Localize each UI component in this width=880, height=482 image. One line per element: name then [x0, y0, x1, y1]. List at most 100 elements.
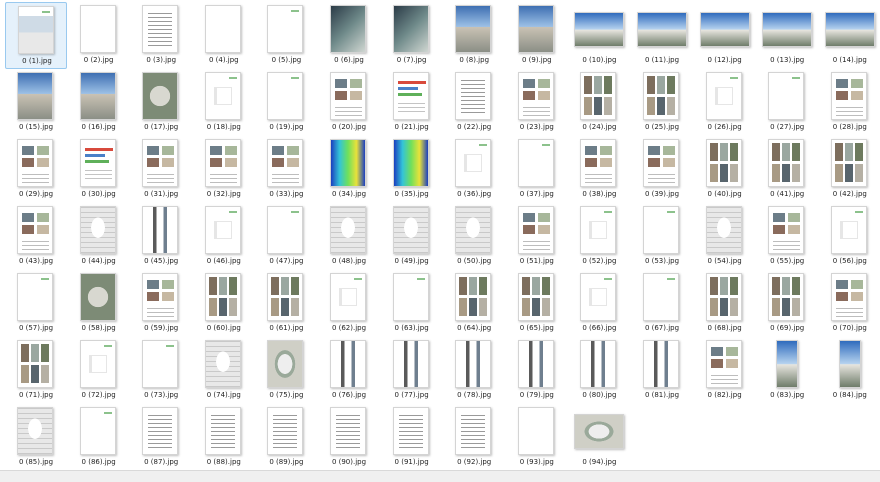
file-item[interactable]: 0 (41).jpg	[756, 136, 818, 203]
file-item[interactable]: 0 (70).jpg	[819, 270, 880, 337]
file-item[interactable]: 0 (65).jpg	[506, 270, 568, 337]
file-item[interactable]: 0 (46).jpg	[193, 203, 255, 270]
file-item[interactable]: 0 (44).jpg	[68, 203, 130, 270]
file-item[interactable]: 0 (58).jpg	[68, 270, 130, 337]
file-item[interactable]: 0 (53).jpg	[631, 203, 693, 270]
file-item[interactable]: 0 (19).jpg	[255, 69, 317, 136]
file-item[interactable]: 0 (49).jpg	[381, 203, 443, 270]
file-item[interactable]: 0 (82).jpg	[694, 337, 756, 404]
file-item[interactable]: 0 (28).jpg	[819, 69, 880, 136]
file-item[interactable]: 0 (29).jpg	[5, 136, 67, 203]
file-item[interactable]: 0 (20).jpg	[318, 69, 380, 136]
file-item[interactable]: 0 (5).jpg	[255, 2, 317, 69]
file-item[interactable]: 0 (24).jpg	[568, 69, 630, 136]
file-item[interactable]: 0 (64).jpg	[443, 270, 505, 337]
file-thumbnail	[517, 407, 554, 455]
file-item[interactable]: 0 (32).jpg	[193, 136, 255, 203]
file-item[interactable]: 0 (43).jpg	[5, 203, 67, 270]
file-item[interactable]: 0 (23).jpg	[506, 69, 568, 136]
file-item[interactable]: 0 (69).jpg	[756, 270, 818, 337]
file-item[interactable]: 0 (55).jpg	[756, 203, 818, 270]
file-item[interactable]: 0 (40).jpg	[694, 136, 756, 203]
file-item[interactable]: 0 (45).jpg	[130, 203, 192, 270]
file-thumbnail	[267, 407, 304, 455]
file-item[interactable]: 0 (93).jpg	[506, 404, 568, 471]
file-item[interactable]: 0 (39).jpg	[631, 136, 693, 203]
file-item[interactable]: 0 (4).jpg	[193, 2, 255, 69]
file-item[interactable]: 0 (1).jpg	[5, 2, 67, 69]
file-item[interactable]: 0 (27).jpg	[756, 69, 818, 136]
file-item[interactable]: 0 (25).jpg	[631, 69, 693, 136]
file-item[interactable]: 0 (67).jpg	[631, 270, 693, 337]
file-item[interactable]: 0 (81).jpg	[631, 337, 693, 404]
file-item[interactable]: 0 (3).jpg	[130, 2, 192, 69]
file-item[interactable]: 0 (52).jpg	[568, 203, 630, 270]
file-item[interactable]: 0 (10).jpg	[568, 2, 630, 69]
file-item[interactable]: 0 (57).jpg	[5, 270, 67, 337]
file-item[interactable]: 0 (66).jpg	[568, 270, 630, 337]
file-name-label: 0 (37).jpg	[519, 190, 554, 198]
file-item[interactable]: 0 (80).jpg	[568, 337, 630, 404]
file-item[interactable]: 0 (63).jpg	[381, 270, 443, 337]
file-item[interactable]: 0 (13).jpg	[756, 2, 818, 69]
file-item[interactable]: 0 (37).jpg	[506, 136, 568, 203]
file-item[interactable]: 0 (79).jpg	[506, 337, 568, 404]
file-item[interactable]: 0 (6).jpg	[318, 2, 380, 69]
file-name-label: 0 (50).jpg	[457, 257, 492, 265]
file-item[interactable]: 0 (42).jpg	[819, 136, 880, 203]
file-item[interactable]: 0 (38).jpg	[568, 136, 630, 203]
file-item[interactable]: 0 (36).jpg	[443, 136, 505, 203]
file-item[interactable]: 0 (74).jpg	[193, 337, 255, 404]
file-item[interactable]: 0 (68).jpg	[694, 270, 756, 337]
file-item[interactable]: 0 (94).jpg	[568, 404, 630, 471]
file-thumbnail	[392, 206, 429, 254]
file-item[interactable]: 0 (76).jpg	[318, 337, 380, 404]
file-item[interactable]: 0 (73).jpg	[130, 337, 192, 404]
file-item[interactable]: 0 (2).jpg	[68, 2, 130, 69]
file-item[interactable]: 0 (7).jpg	[381, 2, 443, 69]
file-item[interactable]: 0 (88).jpg	[193, 404, 255, 471]
file-item[interactable]: 0 (59).jpg	[130, 270, 192, 337]
file-item[interactable]: 0 (89).jpg	[255, 404, 317, 471]
file-item[interactable]: 0 (60).jpg	[193, 270, 255, 337]
file-item[interactable]: 0 (75).jpg	[255, 337, 317, 404]
file-item[interactable]: 0 (9).jpg	[506, 2, 568, 69]
file-item[interactable]: 0 (62).jpg	[318, 270, 380, 337]
file-item[interactable]: 0 (34).jpg	[318, 136, 380, 203]
file-item[interactable]: 0 (71).jpg	[5, 337, 67, 404]
file-item[interactable]: 0 (86).jpg	[68, 404, 130, 471]
file-item[interactable]: 0 (12).jpg	[694, 2, 756, 69]
file-item[interactable]: 0 (92).jpg	[443, 404, 505, 471]
file-item[interactable]: 0 (85).jpg	[5, 404, 67, 471]
file-item[interactable]: 0 (50).jpg	[443, 203, 505, 270]
file-item[interactable]: 0 (26).jpg	[694, 69, 756, 136]
file-item[interactable]: 0 (47).jpg	[255, 203, 317, 270]
file-item[interactable]: 0 (21).jpg	[381, 69, 443, 136]
file-item[interactable]: 0 (17).jpg	[130, 69, 192, 136]
file-item[interactable]: 0 (61).jpg	[255, 270, 317, 337]
file-item[interactable]: 0 (78).jpg	[443, 337, 505, 404]
file-item[interactable]: 0 (16).jpg	[68, 69, 130, 136]
file-name-label: 0 (82).jpg	[707, 391, 742, 399]
file-item[interactable]: 0 (48).jpg	[318, 203, 380, 270]
file-item[interactable]: 0 (84).jpg	[819, 337, 880, 404]
file-item[interactable]: 0 (33).jpg	[255, 136, 317, 203]
file-item[interactable]: 0 (51).jpg	[506, 203, 568, 270]
file-item[interactable]: 0 (35).jpg	[381, 136, 443, 203]
file-item[interactable]: 0 (18).jpg	[193, 69, 255, 136]
file-item[interactable]: 0 (91).jpg	[381, 404, 443, 471]
file-item[interactable]: 0 (56).jpg	[819, 203, 880, 270]
file-item[interactable]: 0 (54).jpg	[694, 203, 756, 270]
file-item[interactable]: 0 (8).jpg	[443, 2, 505, 69]
file-item[interactable]: 0 (77).jpg	[381, 337, 443, 404]
file-item[interactable]: 0 (31).jpg	[130, 136, 192, 203]
file-item[interactable]: 0 (83).jpg	[756, 337, 818, 404]
file-item[interactable]: 0 (30).jpg	[68, 136, 130, 203]
file-item[interactable]: 0 (87).jpg	[130, 404, 192, 471]
file-item[interactable]: 0 (72).jpg	[68, 337, 130, 404]
file-item[interactable]: 0 (90).jpg	[318, 404, 380, 471]
file-item[interactable]: 0 (14).jpg	[819, 2, 880, 69]
file-item[interactable]: 0 (15).jpg	[5, 69, 67, 136]
file-item[interactable]: 0 (11).jpg	[631, 2, 693, 69]
file-item[interactable]: 0 (22).jpg	[443, 69, 505, 136]
